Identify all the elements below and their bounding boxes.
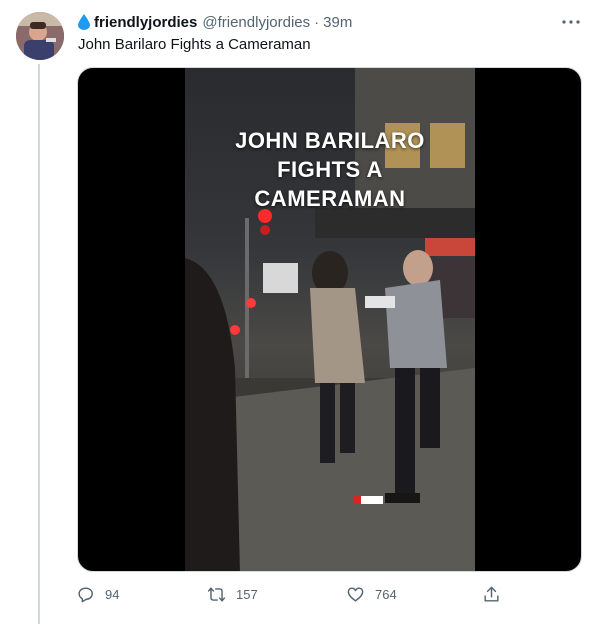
reply-button[interactable]: 94 (76, 585, 119, 604)
tweet-header: friendlyjordies @friendlyjordies · 39m (78, 12, 352, 32)
display-name[interactable]: friendlyjordies (94, 14, 197, 31)
avatar[interactable] (16, 12, 64, 60)
like-button[interactable]: 764 (346, 585, 397, 604)
timestamp[interactable]: 39m (323, 14, 352, 31)
retweet-icon (207, 587, 226, 602)
caption-line-1: JOHN BARILARO (235, 128, 425, 153)
retweet-count: 157 (236, 587, 258, 602)
reply-count: 94 (105, 587, 120, 602)
separator-dot: · (314, 13, 320, 31)
video-player[interactable]: JOHN BARILARO FIGHTS A CAMERAMAN (77, 67, 582, 572)
reply-icon (78, 587, 93, 603)
retweet-button[interactable]: 157 (207, 585, 258, 604)
video-frame[interactable]: JOHN BARILARO FIGHTS A CAMERAMAN (185, 68, 475, 571)
more-options-button[interactable] (560, 12, 582, 32)
share-icon (484, 586, 499, 602)
water-drop-icon (78, 14, 90, 30)
share-button[interactable] (482, 585, 511, 604)
more-icon (562, 20, 580, 24)
caption-line-2: FIGHTS A (277, 157, 383, 182)
heart-icon (347, 587, 364, 602)
thread-line (38, 64, 40, 624)
video-caption: JOHN BARILARO FIGHTS A CAMERAMAN (185, 126, 475, 213)
handle[interactable]: @friendlyjordies (202, 14, 310, 31)
tweet-text: John Barilaro Fights a Cameraman (78, 36, 311, 53)
like-count: 764 (375, 587, 397, 602)
avatar-image (16, 12, 64, 60)
caption-line-3: CAMERAMAN (254, 186, 406, 211)
